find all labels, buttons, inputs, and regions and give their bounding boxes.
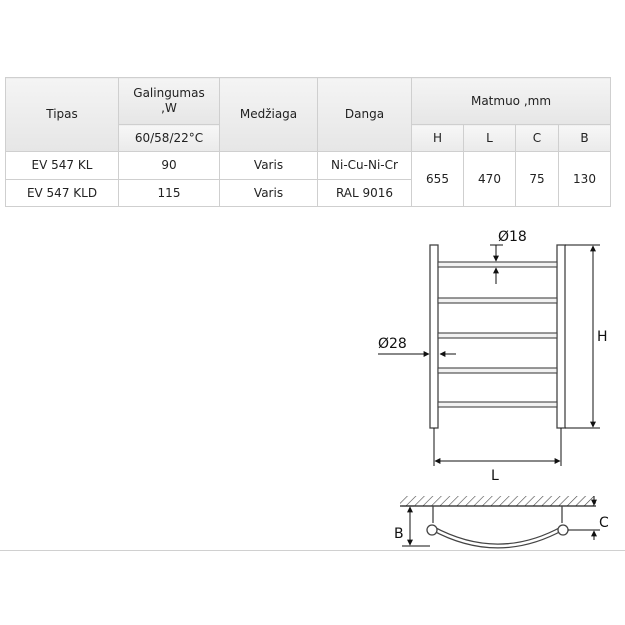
dim-c: 75 <box>515 151 559 207</box>
bar-diameter-label: Ø18 <box>498 229 527 245</box>
header-danga: Danga <box>317 77 412 152</box>
radiator-top-view <box>400 496 596 549</box>
header-medziaga: Medžiaga <box>219 77 318 152</box>
row2-danga: RAL 9016 <box>317 179 412 207</box>
post-diameter-label: Ø28 <box>378 336 407 352</box>
dim-b: 130 <box>558 151 611 207</box>
header-matmuo: Matmuo ,mm <box>411 77 611 125</box>
depth-label: B <box>394 526 404 542</box>
height-label: H <box>597 329 608 345</box>
row2-medziaga: Varis <box>219 179 318 207</box>
row1-danga: Ni-Cu-Ni-Cr <box>317 151 412 180</box>
depth-dimension <box>402 505 430 547</box>
row1-galingumas: 90 <box>118 151 220 180</box>
header-galingumas-temp: 60/58/22°C <box>118 124 220 152</box>
offset-label: C <box>599 515 609 531</box>
spec-table: Tipas Galingumas ,W Medžiaga Danga Matmu… <box>5 77 611 207</box>
row2-galingumas: 115 <box>118 179 220 207</box>
right-post <box>556 244 566 429</box>
header-galingumas-line1: Galingumas <box>133 86 205 100</box>
dim-h: 655 <box>411 151 464 207</box>
header-galingumas: Galingumas ,W <box>118 77 220 125</box>
crossbars <box>437 261 558 408</box>
right-post-section <box>557 524 569 536</box>
radiator-drawing: Ø18 Ø28 H L B C <box>378 229 609 549</box>
height-dimension <box>565 244 600 429</box>
left-post <box>429 244 439 429</box>
row1-tipas: EV 547 KL <box>5 151 119 180</box>
length-label: L <box>491 468 499 484</box>
header-galingumas-line2: ,W <box>161 101 177 115</box>
row1-medziaga: Varis <box>219 151 318 180</box>
header-l: L <box>463 124 516 152</box>
header-tipas: Tipas <box>5 77 119 152</box>
header-b: B <box>558 124 611 152</box>
wall-hatch <box>400 496 596 506</box>
length-dimension <box>433 428 562 466</box>
radiator-front-view <box>429 244 566 429</box>
row2-tipas: EV 547 KLD <box>5 179 119 207</box>
left-post-section <box>426 524 438 536</box>
header-c: C <box>515 124 559 152</box>
bottom-divider <box>0 550 625 551</box>
header-h: H <box>411 124 464 152</box>
dim-l: 470 <box>463 151 516 207</box>
